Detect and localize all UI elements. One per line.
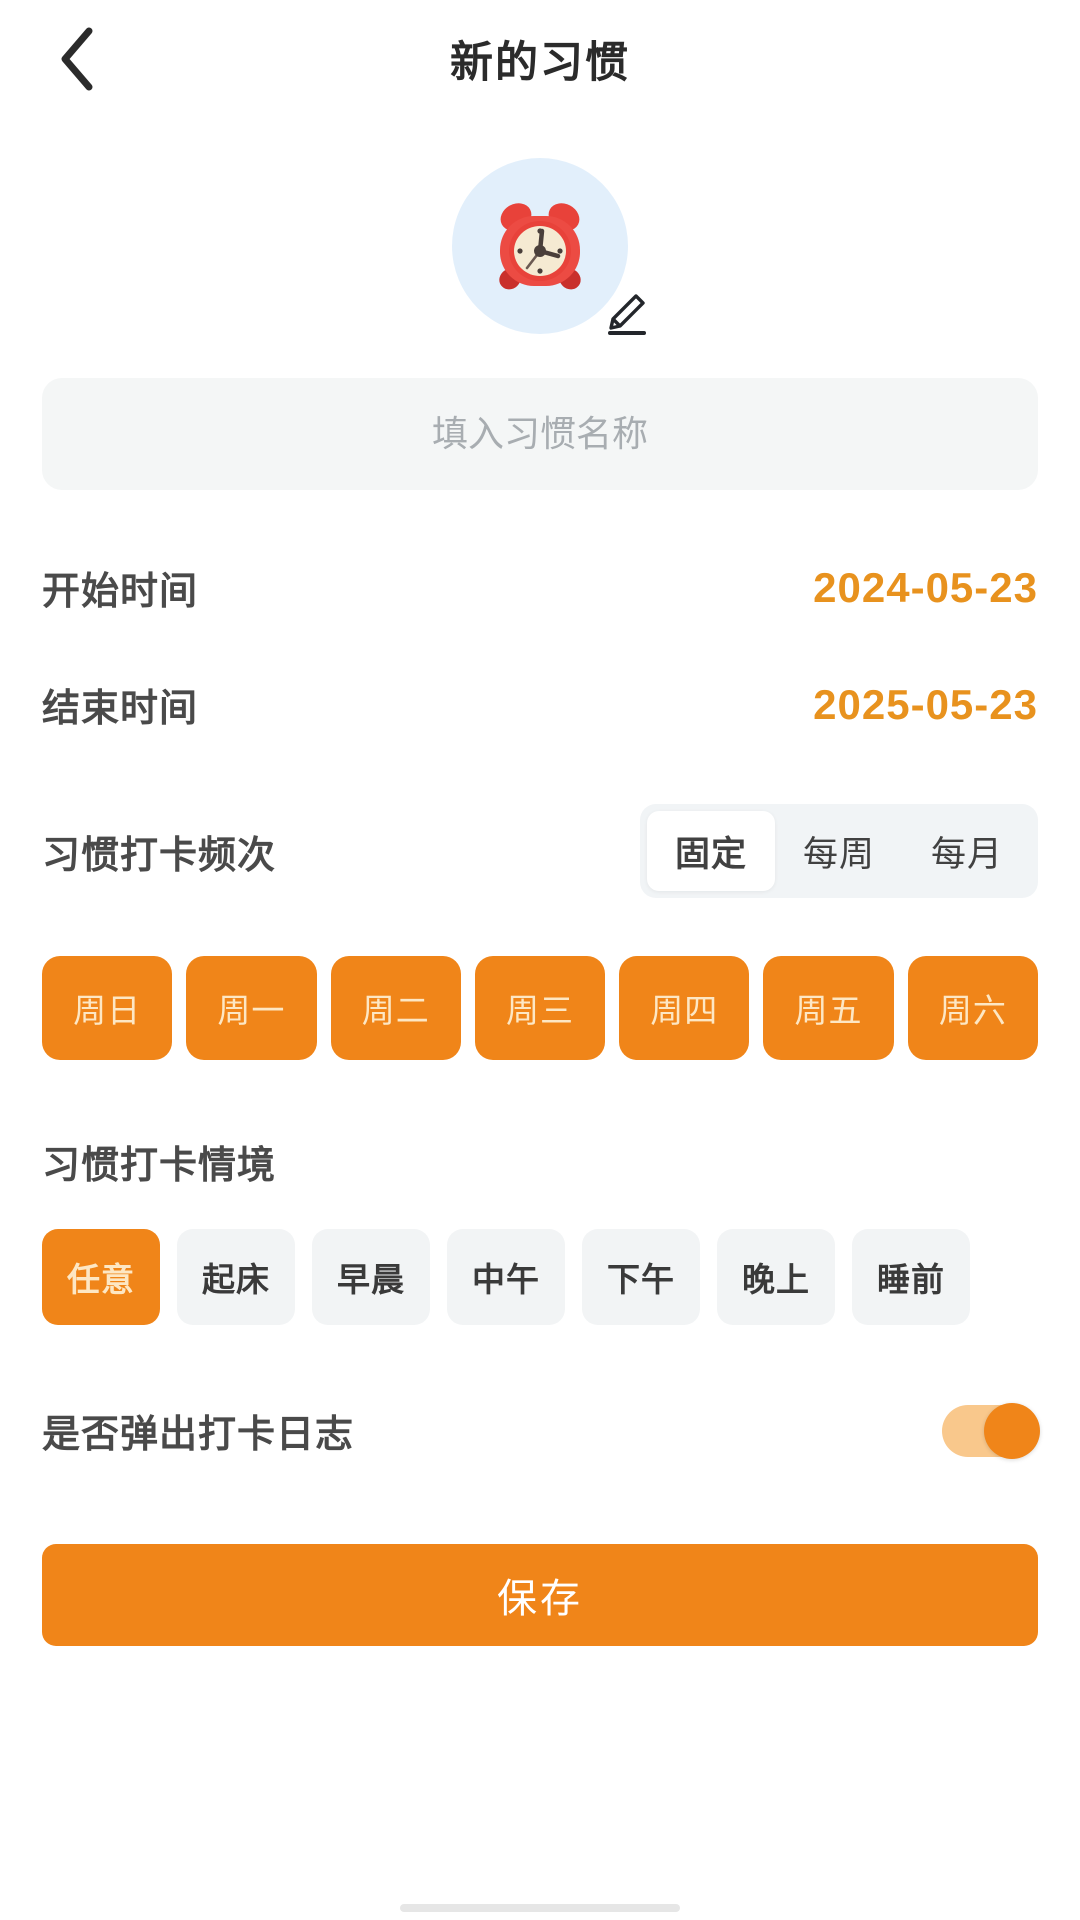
frequency-label: 习惯打卡频次 [42, 834, 277, 877]
context-chip-bedtime[interactable]: 睡前 [852, 1229, 970, 1325]
avatar[interactable] [452, 158, 646, 335]
context-chip-evening[interactable]: 晚上 [717, 1229, 835, 1325]
context-chip-morning[interactable]: 早晨 [312, 1229, 430, 1325]
save-button[interactable]: 保存 [42, 1544, 1038, 1646]
edit-avatar-button[interactable] [600, 288, 650, 338]
weekday-chip-sat[interactable]: 周六 [907, 956, 1038, 1060]
frequency-row: 习惯打卡频次 固定 每周 每月 [42, 804, 1038, 898]
weekday-chip-mon[interactable]: 周一 [186, 956, 317, 1060]
frequency-option-weekly[interactable]: 每周 [775, 811, 903, 891]
start-date-label: 开始时间 [42, 571, 199, 613]
start-date-row[interactable]: 开始时间 2024-05-23 [42, 560, 1038, 615]
save-section: 保存 [42, 1544, 1038, 1646]
habit-name-input[interactable] [42, 378, 1038, 490]
context-label: 习惯打卡情境 [42, 1145, 277, 1187]
end-date-value[interactable]: 2025-05-23 [813, 681, 1038, 729]
context-chip-any[interactable]: 任意 [42, 1229, 160, 1325]
alarm-clock-icon [484, 190, 596, 302]
weekday-chip-fri[interactable]: 周五 [763, 956, 894, 1060]
weekday-chip-tue[interactable]: 周二 [330, 956, 461, 1060]
log-popup-label: 是否弹出打卡日志 [42, 1414, 355, 1456]
log-popup-row: 是否弹出打卡日志 [42, 1402, 1040, 1459]
habit-name-field[interactable] [42, 378, 1038, 490]
context-chip-wakeup[interactable]: 起床 [177, 1229, 295, 1325]
frequency-option-fixed[interactable]: 固定 [647, 811, 775, 891]
back-button[interactable] [42, 24, 112, 94]
context-chip-group: 任意 起床 早晨 中午 下午 晚上 睡前 [42, 1229, 1038, 1325]
header: 新的习惯 [0, 0, 1080, 118]
weekday-chip-thu[interactable]: 周四 [619, 956, 750, 1060]
frequency-option-monthly[interactable]: 每月 [903, 811, 1031, 891]
frequency-segmented-control[interactable]: 固定 每周 每月 [640, 804, 1038, 898]
end-date-label: 结束时间 [42, 688, 199, 730]
weekday-chip-sun[interactable]: 周日 [42, 956, 173, 1060]
start-date-value[interactable]: 2024-05-23 [813, 564, 1038, 612]
new-habit-screen: 新的习惯 填入习惯名称 开始时间 2024-05-23 结束时间 2025-05… [0, 0, 1080, 1920]
toggle-knob [984, 1402, 1040, 1459]
weekday-chip-group: 周日 周一 周二 周三 周四 周五 周六 [42, 956, 1038, 1060]
pencil-icon [600, 288, 650, 338]
context-chip-noon[interactable]: 中午 [447, 1229, 565, 1325]
avatar-section [0, 158, 1080, 335]
chevron-left-icon [57, 26, 97, 92]
home-indicator [400, 1904, 680, 1912]
log-popup-toggle[interactable] [942, 1402, 1040, 1459]
page-title: 新的习惯 [450, 39, 630, 87]
weekday-chip-wed[interactable]: 周三 [474, 956, 606, 1060]
context-chip-afternoon[interactable]: 下午 [582, 1229, 700, 1325]
end-date-row[interactable]: 结束时间 2025-05-23 [42, 677, 1038, 732]
